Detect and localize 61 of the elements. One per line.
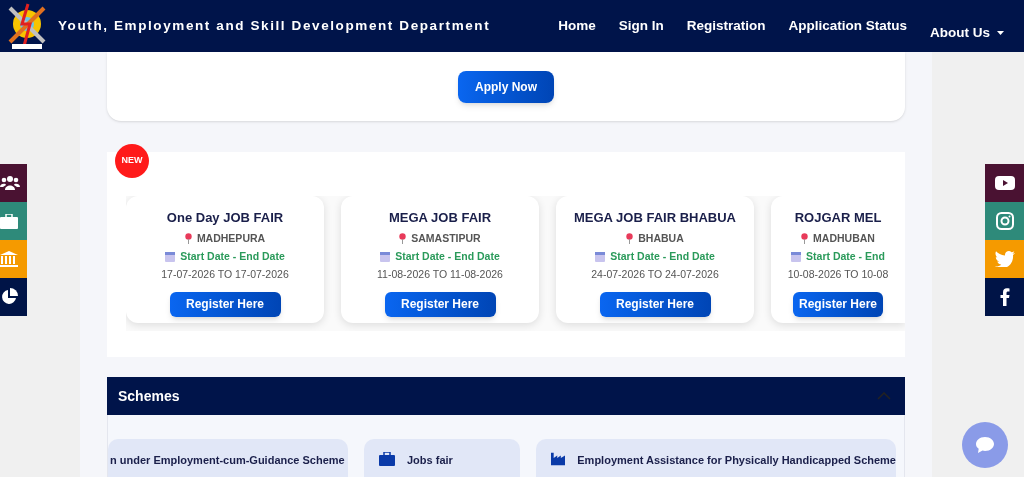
pin-icon xyxy=(626,232,634,244)
facebook-icon xyxy=(999,288,1010,306)
side-link[interactable] xyxy=(0,164,27,202)
job-fair-title: ROJGAR MEL xyxy=(794,209,882,227)
chat-button[interactable] xyxy=(962,422,1008,468)
side-link[interactable] xyxy=(0,278,27,316)
register-button[interactable]: Register Here xyxy=(169,291,281,317)
pie-chart-icon xyxy=(0,288,18,306)
scheme-card[interactable]: n under Employment-cum-Guidance Scheme xyxy=(108,439,348,477)
side-link[interactable] xyxy=(985,278,1024,316)
side-link[interactable] xyxy=(985,164,1024,202)
bird-icon xyxy=(994,251,1015,267)
calendar-icon xyxy=(165,252,176,263)
register-button[interactable]: Register Here xyxy=(384,291,496,317)
nav-link[interactable]: Registration xyxy=(686,15,766,37)
factory-icon xyxy=(551,452,566,466)
date-range: 17-07-2026 TO 17-07-2026 xyxy=(161,267,289,282)
date-label: Start Date - End xyxy=(806,249,885,265)
people-icon xyxy=(0,175,20,191)
location-text: MADHUBAN xyxy=(813,230,875,246)
date-range: 10-08-2026 TO 10-08 xyxy=(787,267,889,282)
chat-bubble-icon xyxy=(975,436,995,454)
schemes-header[interactable]: Schemes xyxy=(107,377,905,415)
new-badge: NEW xyxy=(115,144,149,178)
job-fair-title: MEGA JOB FAIR xyxy=(388,209,492,227)
nav-link[interactable]: Sign In xyxy=(618,15,664,37)
date-label: Start Date - End Date xyxy=(395,249,500,265)
date-label: Start Date - End Date xyxy=(610,249,715,265)
register-button[interactable]: Register Here xyxy=(599,291,711,317)
register-button[interactable]: Register Here xyxy=(792,291,883,317)
calendar-icon xyxy=(791,252,802,263)
date-range: 11-08-2026 TO 11-08-2026 xyxy=(377,267,503,282)
scheme-card[interactable]: Employment Assistance for Physically Handicapped Scheme xyxy=(536,439,896,477)
pin-icon xyxy=(801,232,809,244)
pin-icon xyxy=(399,232,407,244)
scheme-title: Jobs fair xyxy=(407,452,453,468)
location-text: MADHEPURA xyxy=(196,230,266,246)
calendar-icon xyxy=(595,252,606,263)
youtube-icon xyxy=(994,176,1015,190)
site-title: Youth, Employment and Skill Development Department xyxy=(58,16,491,35)
location-text: BHABUA xyxy=(638,230,684,246)
date-label: Start Date - End Date xyxy=(180,249,285,265)
job-fair-title: One Day JOB FAIR xyxy=(166,209,284,227)
nav-link[interactable]: Home xyxy=(558,15,596,37)
schemes-title: Schemes xyxy=(118,386,180,406)
calendar-icon xyxy=(380,252,391,263)
briefcase-icon xyxy=(0,213,18,229)
scheme-title: n under Employment-cum-Guidance Scheme xyxy=(110,452,345,468)
job-fair-title: MEGA JOB FAIR BHABUA xyxy=(574,209,736,227)
location-text: SAMASTIPUR xyxy=(411,230,481,246)
bank-icon xyxy=(0,251,18,267)
about-dropdown[interactable]: About Us xyxy=(930,22,1004,44)
caret-icon xyxy=(997,31,1004,35)
pin-icon xyxy=(184,232,192,244)
apply-now-button[interactable]: Apply Now xyxy=(458,71,554,103)
nav-link[interactable]: Application Status xyxy=(788,15,907,37)
date-range: 24-07-2026 TO 24-07-2026 xyxy=(591,267,719,282)
instagram-icon xyxy=(995,212,1014,230)
briefcase-icon xyxy=(379,452,395,466)
scheme-card[interactable]: Jobs fair xyxy=(364,439,520,477)
scheme-title: Employment Assistance for Physically Handicapped Scheme xyxy=(577,452,896,468)
